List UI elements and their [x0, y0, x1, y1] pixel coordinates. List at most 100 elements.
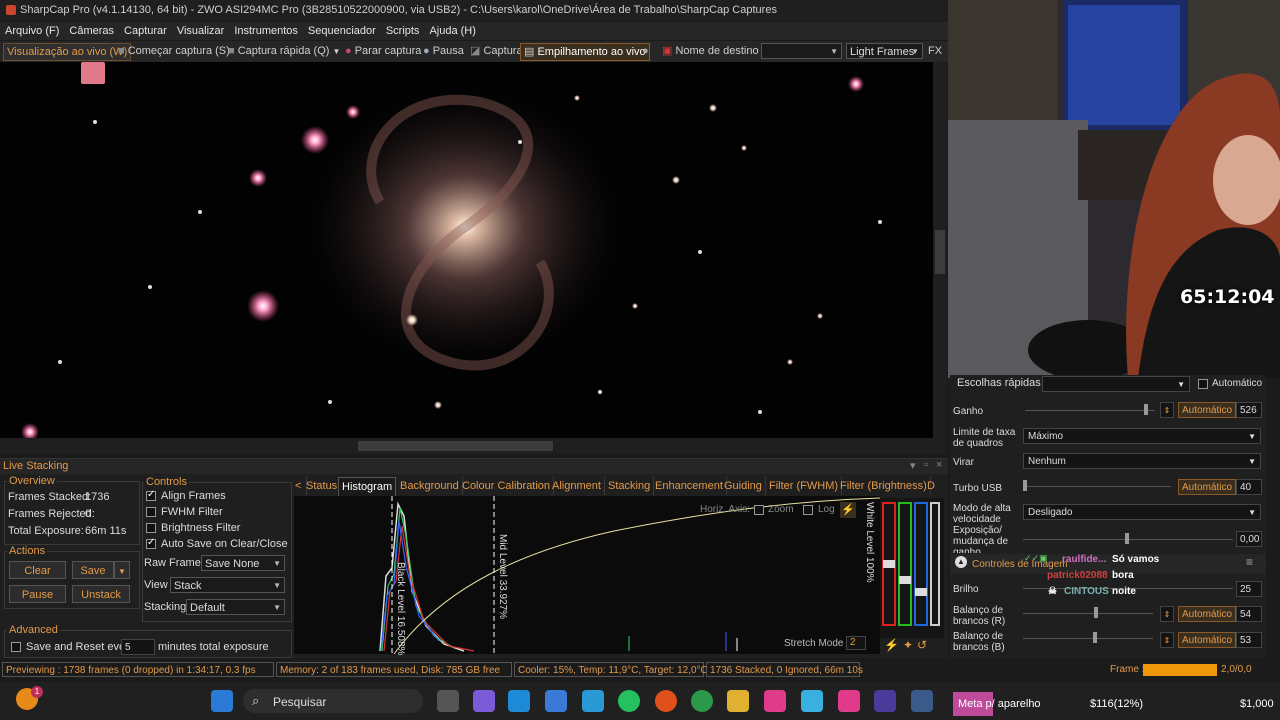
image-controls-header[interactable]: ▲ Controles de Imagem ≡	[950, 554, 1266, 574]
menu-visualizar[interactable]: Visualizar	[172, 22, 230, 37]
blue-slider-handle[interactable]	[915, 588, 927, 596]
unstack-button[interactable]: Unstack	[72, 585, 130, 603]
tab-alignment[interactable]: Alignment	[549, 477, 605, 495]
menu-instrumentos[interactable]: Instrumentos	[229, 22, 303, 37]
image-viewer[interactable]	[0, 62, 933, 438]
usb-slider[interactable]	[1023, 486, 1171, 493]
menu-capturar[interactable]: Capturar	[119, 22, 172, 37]
tab-d[interactable]: D	[924, 477, 938, 495]
frame-rate-select[interactable]: Máximo ▼	[1023, 428, 1261, 444]
tab-status[interactable]: Status	[303, 477, 342, 495]
live-stacking-button[interactable]: ▤ Empilhamento ao vivo	[520, 43, 650, 61]
capture-button[interactable]: ◪ Captura	[470, 43, 523, 59]
zoom-checkbox[interactable]	[754, 505, 764, 515]
gain-auto-button[interactable]: Automático	[1178, 402, 1237, 418]
file-explorer-icon[interactable]	[727, 690, 749, 712]
tab-enhancement[interactable]: Enhancement	[652, 477, 727, 495]
app-icon[interactable]	[582, 690, 604, 712]
wb-r-auto-button[interactable]: Automático	[1178, 606, 1237, 622]
histogram-chart[interactable]: Black Level 16.508% Mid Level 33.927% Wh…	[294, 496, 881, 655]
gain-stepper[interactable]: ⇕	[1160, 402, 1174, 418]
stretch-mode-value[interactable]: 2	[846, 636, 866, 650]
tab-filter-brightness[interactable]: Filter (Brightness)	[837, 477, 931, 495]
collapse-icon[interactable]: ▲	[955, 556, 967, 568]
opera-icon[interactable]	[655, 690, 677, 712]
save-dropdown-button[interactable]: ▼	[114, 561, 130, 579]
app-icon[interactable]	[874, 690, 896, 712]
edge-icon[interactable]	[508, 690, 530, 712]
menu-cameras[interactable]: Câmeras	[64, 22, 119, 37]
raw-frames-select[interactable]: Save None ▼	[201, 555, 285, 571]
copilot-icon[interactable]	[473, 690, 495, 712]
app-icon[interactable]	[801, 690, 823, 712]
blue-slider[interactable]	[914, 502, 928, 626]
tab-filter-fwhm[interactable]: Filter (FWHM)	[766, 477, 843, 495]
pause-button[interactable]: ● Pausa	[423, 43, 464, 59]
app-icon[interactable]	[838, 690, 860, 712]
horizontal-scroll-thumb[interactable]	[358, 441, 553, 451]
menu-arquivo[interactable]: Arquivo (F)	[0, 22, 64, 37]
search-box[interactable]: ⌕ Pesquisar	[243, 689, 423, 713]
chrome-icon[interactable]	[691, 690, 713, 712]
tab-guiding[interactable]: Guiding	[721, 477, 766, 495]
usb-value[interactable]: 40	[1236, 479, 1262, 495]
exposure-change-value[interactable]: 0,00	[1236, 531, 1262, 547]
save-reset-checkbox[interactable]	[11, 642, 21, 652]
whatsapp-icon[interactable]	[618, 690, 640, 712]
close-icon[interactable]: ×	[936, 459, 942, 471]
wb-b-stepper[interactable]: ⇕	[1160, 632, 1174, 648]
usb-auto-button[interactable]: Automático	[1178, 479, 1237, 495]
quick-capture-button[interactable]: ■ Captura rápida (Q) ▼	[228, 43, 340, 59]
save-button[interactable]: Save	[72, 561, 114, 579]
high-speed-select[interactable]: Desligado ▼	[1023, 504, 1261, 520]
fwhm-filter-checkbox[interactable]	[146, 507, 156, 517]
red-slider-handle[interactable]	[883, 560, 895, 568]
histogram-tools[interactable]: ⚡✦↺	[884, 638, 942, 654]
task-view-icon[interactable]	[437, 690, 459, 712]
clear-button[interactable]: Clear	[9, 561, 66, 579]
wb-r-value[interactable]: 54	[1236, 606, 1262, 622]
exposure-change-handle[interactable]	[1125, 533, 1129, 544]
menu-sequenciador[interactable]: Sequenciador	[303, 22, 381, 37]
brightness-value[interactable]: 25	[1236, 581, 1262, 597]
usb-slider-handle[interactable]	[1023, 480, 1027, 491]
fx-button[interactable]: FX	[928, 43, 942, 59]
menu-scripts[interactable]: Scripts	[381, 22, 425, 37]
wb-b-value[interactable]: 53	[1236, 632, 1262, 648]
app-icon[interactable]	[764, 690, 786, 712]
pin-icon[interactable]: ▫	[924, 459, 928, 471]
wb-b-auto-button[interactable]: Automático	[1178, 632, 1237, 648]
tab-histogram[interactable]: Histogram	[338, 477, 397, 496]
gain-slider[interactable]	[1025, 410, 1155, 417]
start-capture-button[interactable]: ■ Começar captura (S)	[118, 43, 230, 59]
quick-picks-select[interactable]: ▼	[1042, 376, 1190, 392]
menu-ajuda[interactable]: Ajuda (H)	[424, 22, 480, 37]
align-frames-checkbox[interactable]	[146, 489, 156, 501]
menu-icon[interactable]: ≡	[1246, 556, 1253, 568]
lightning-icon[interactable]: ⚡	[840, 502, 856, 518]
stacking-select[interactable]: Default ▼	[186, 599, 285, 615]
luminance-slider[interactable]	[930, 502, 940, 626]
minutes-input[interactable]: 5	[121, 639, 155, 655]
target-name-select[interactable]: ▼	[761, 43, 842, 59]
gain-value[interactable]: 526	[1236, 402, 1262, 418]
view-select[interactable]: Stack ▼	[170, 577, 285, 593]
app-icon[interactable]	[911, 690, 933, 712]
auto-save-checkbox[interactable]	[146, 537, 156, 549]
marker-icon[interactable]	[81, 62, 105, 84]
reset-icon[interactable]: ↺	[917, 638, 931, 652]
star-icon[interactable]: ✦	[903, 638, 917, 652]
stop-capture-button[interactable]: ● Parar captura	[345, 43, 421, 59]
wb-r-stepper[interactable]: ⇕	[1160, 606, 1174, 622]
tab-stacking[interactable]: Stacking	[605, 477, 655, 495]
tab-background[interactable]: Background	[397, 477, 463, 495]
wb-b-handle[interactable]	[1093, 632, 1097, 643]
windows-start-icon[interactable]	[211, 690, 233, 712]
wb-b-slider[interactable]	[1023, 638, 1153, 645]
wb-r-slider[interactable]	[1023, 613, 1153, 620]
pause-stack-button[interactable]: Pause	[9, 585, 66, 603]
rgb-level-sliders[interactable]	[880, 498, 944, 638]
frame-type-select[interactable]: Light Frames ▼	[846, 43, 923, 59]
wb-r-handle[interactable]	[1094, 607, 1098, 618]
auto-checkbox[interactable]	[1198, 379, 1208, 389]
